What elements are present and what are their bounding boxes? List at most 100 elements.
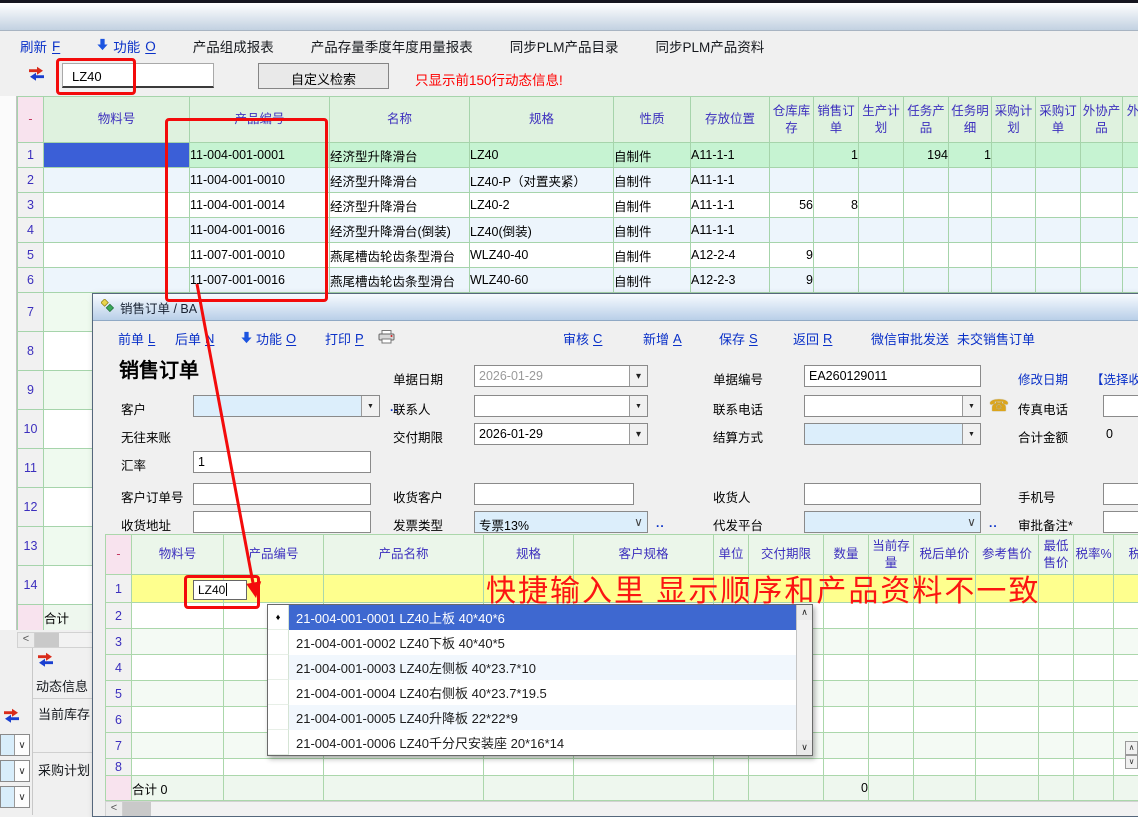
table-row[interactable]: 211-004-001-0010经济型升降滑台LZ40-P（对置夹紧）自制件A1…	[18, 168, 1138, 193]
cell[interactable]	[992, 168, 1036, 193]
cell[interactable]	[992, 193, 1036, 218]
cell[interactable]	[904, 193, 949, 218]
cell[interactable]: 1	[814, 143, 859, 168]
column-header-存放位置[interactable]: 存放位置	[691, 97, 770, 143]
cell[interactable]	[714, 759, 749, 776]
cell[interactable]: 经济型升降滑台	[330, 193, 470, 218]
dialog-toolbar-审核[interactable]: 审核C	[563, 329, 602, 348]
cell[interactable]	[1081, 193, 1123, 218]
cell[interactable]: LZ40-2	[470, 193, 614, 218]
dialog-toolbar-返回[interactable]: 返回R	[793, 329, 832, 348]
cell[interactable]: 11-007-001-0010	[190, 243, 330, 268]
cell[interactable]	[824, 707, 869, 733]
column-header-外协产品[interactable]: 外协产品	[1081, 97, 1123, 143]
cell[interactable]	[324, 759, 484, 776]
cell[interactable]: 燕尾槽齿轮齿条型滑台	[330, 243, 470, 268]
column-header-客户规格[interactable]: 客户规格	[574, 535, 714, 575]
cell[interactable]	[976, 655, 1039, 681]
column-header-最低售价[interactable]: 最低售价	[1039, 535, 1074, 575]
cell[interactable]	[1036, 193, 1081, 218]
cell[interactable]	[869, 575, 914, 603]
calendar-dropdown-icon[interactable]: ▾	[629, 424, 647, 444]
scroll-left-icon[interactable]: <	[106, 802, 123, 816]
cust-order-field[interactable]	[193, 483, 371, 505]
menu-item-产品存量季度年度用量报表[interactable]: 产品存量季度年度用量报表	[311, 36, 473, 56]
table-row[interactable]: 511-007-001-0010燕尾槽齿轮齿条型滑台WLZ40-40自制件A12…	[18, 243, 1138, 268]
cell[interactable]	[859, 143, 904, 168]
cell[interactable]	[976, 603, 1039, 629]
cell[interactable]: 56	[770, 193, 814, 218]
cell[interactable]	[824, 733, 869, 759]
cell[interactable]	[904, 243, 949, 268]
scroll-up-icon[interactable]: ∧	[1125, 741, 1138, 755]
popup-scrollbar[interactable]: ∧ ∨	[796, 605, 812, 755]
invoice-combo[interactable]: 专票13% ∨	[474, 511, 648, 533]
cell[interactable]	[132, 681, 224, 707]
cell[interactable]	[992, 143, 1036, 168]
cell[interactable]	[869, 603, 914, 629]
platform-lookup-dots[interactable]: ..	[989, 516, 998, 530]
cell[interactable]: 3	[18, 193, 44, 218]
cell[interactable]	[1074, 629, 1114, 655]
cell[interactable]	[914, 733, 976, 759]
cell[interactable]	[574, 759, 714, 776]
mini-dropdown[interactable]: ∨	[0, 760, 30, 782]
cell[interactable]: WLZ40-60	[470, 268, 614, 293]
cell[interactable]	[484, 759, 574, 776]
cell[interactable]	[1036, 143, 1081, 168]
cell[interactable]	[914, 603, 976, 629]
cell[interactable]: 自制件	[614, 143, 691, 168]
cell[interactable]: 自制件	[614, 268, 691, 293]
cell[interactable]	[132, 733, 224, 759]
cell[interactable]	[814, 168, 859, 193]
cell[interactable]: 194	[904, 143, 949, 168]
menu-item-刷新[interactable]: 刷新F	[20, 36, 60, 56]
cell[interactable]	[1074, 707, 1114, 733]
cell[interactable]	[1039, 733, 1074, 759]
grid-row[interactable]: 8	[106, 759, 1138, 776]
cell[interactable]	[44, 143, 190, 168]
cell[interactable]: A11-1-1	[691, 218, 770, 243]
dialog-toolbar-新增[interactable]: 新增A	[643, 329, 682, 348]
cell[interactable]	[814, 218, 859, 243]
customer-combo[interactable]: ▼	[193, 395, 380, 417]
cell[interactable]	[859, 168, 904, 193]
dialog-toolbar-未交销售订单[interactable]: 未交销售订单	[957, 329, 1035, 348]
cell[interactable]: LZ40-P（对置夹紧）	[470, 168, 614, 193]
cell[interactable]: 11-007-001-0016	[190, 268, 330, 293]
cell[interactable]	[904, 168, 949, 193]
cell[interactable]: 11-004-001-0016	[190, 218, 330, 243]
cell[interactable]	[1123, 243, 1138, 268]
dialog-toolbar-微信审批发送[interactable]: 微信审批发送	[871, 329, 949, 348]
custom-search-button[interactable]: 自定义检索	[258, 63, 389, 89]
cell[interactable]	[574, 575, 714, 603]
cell[interactable]: 6	[106, 707, 132, 733]
mini-dropdown[interactable]: ∨	[0, 734, 30, 756]
cell[interactable]	[949, 168, 992, 193]
column-header-当前存量[interactable]: 当前存量	[869, 535, 914, 575]
cell[interactable]	[1036, 218, 1081, 243]
ship-addr-field[interactable]	[193, 511, 371, 533]
cell[interactable]: 自制件	[614, 243, 691, 268]
column-header-规格[interactable]: 规格	[484, 535, 574, 575]
cell[interactable]: 9	[770, 268, 814, 293]
cell[interactable]: 9	[770, 243, 814, 268]
cell[interactable]	[44, 243, 190, 268]
scroll-down-icon[interactable]: ∨	[1125, 755, 1138, 769]
invoice-lookup-dots[interactable]: ..	[656, 516, 665, 530]
product-code-editor[interactable]: LZ40	[193, 580, 247, 600]
cell[interactable]	[1074, 733, 1114, 759]
cell[interactable]	[1074, 655, 1114, 681]
cell[interactable]	[714, 575, 749, 603]
cell[interactable]	[1081, 218, 1123, 243]
cell[interactable]	[44, 218, 190, 243]
cell[interactable]	[976, 575, 1039, 603]
doc-date-field[interactable]: 2026-01-29 ▾	[474, 365, 648, 387]
menu-item-同步PLM产品资料[interactable]: 同步PLM产品资料	[656, 36, 765, 56]
cell[interactable]: 7	[106, 733, 132, 759]
cell[interactable]	[1114, 629, 1138, 655]
chevron-down-icon[interactable]: ∨	[14, 735, 29, 755]
cell[interactable]: A12-2-3	[691, 268, 770, 293]
cell[interactable]	[749, 759, 824, 776]
cell[interactable]	[992, 268, 1036, 293]
